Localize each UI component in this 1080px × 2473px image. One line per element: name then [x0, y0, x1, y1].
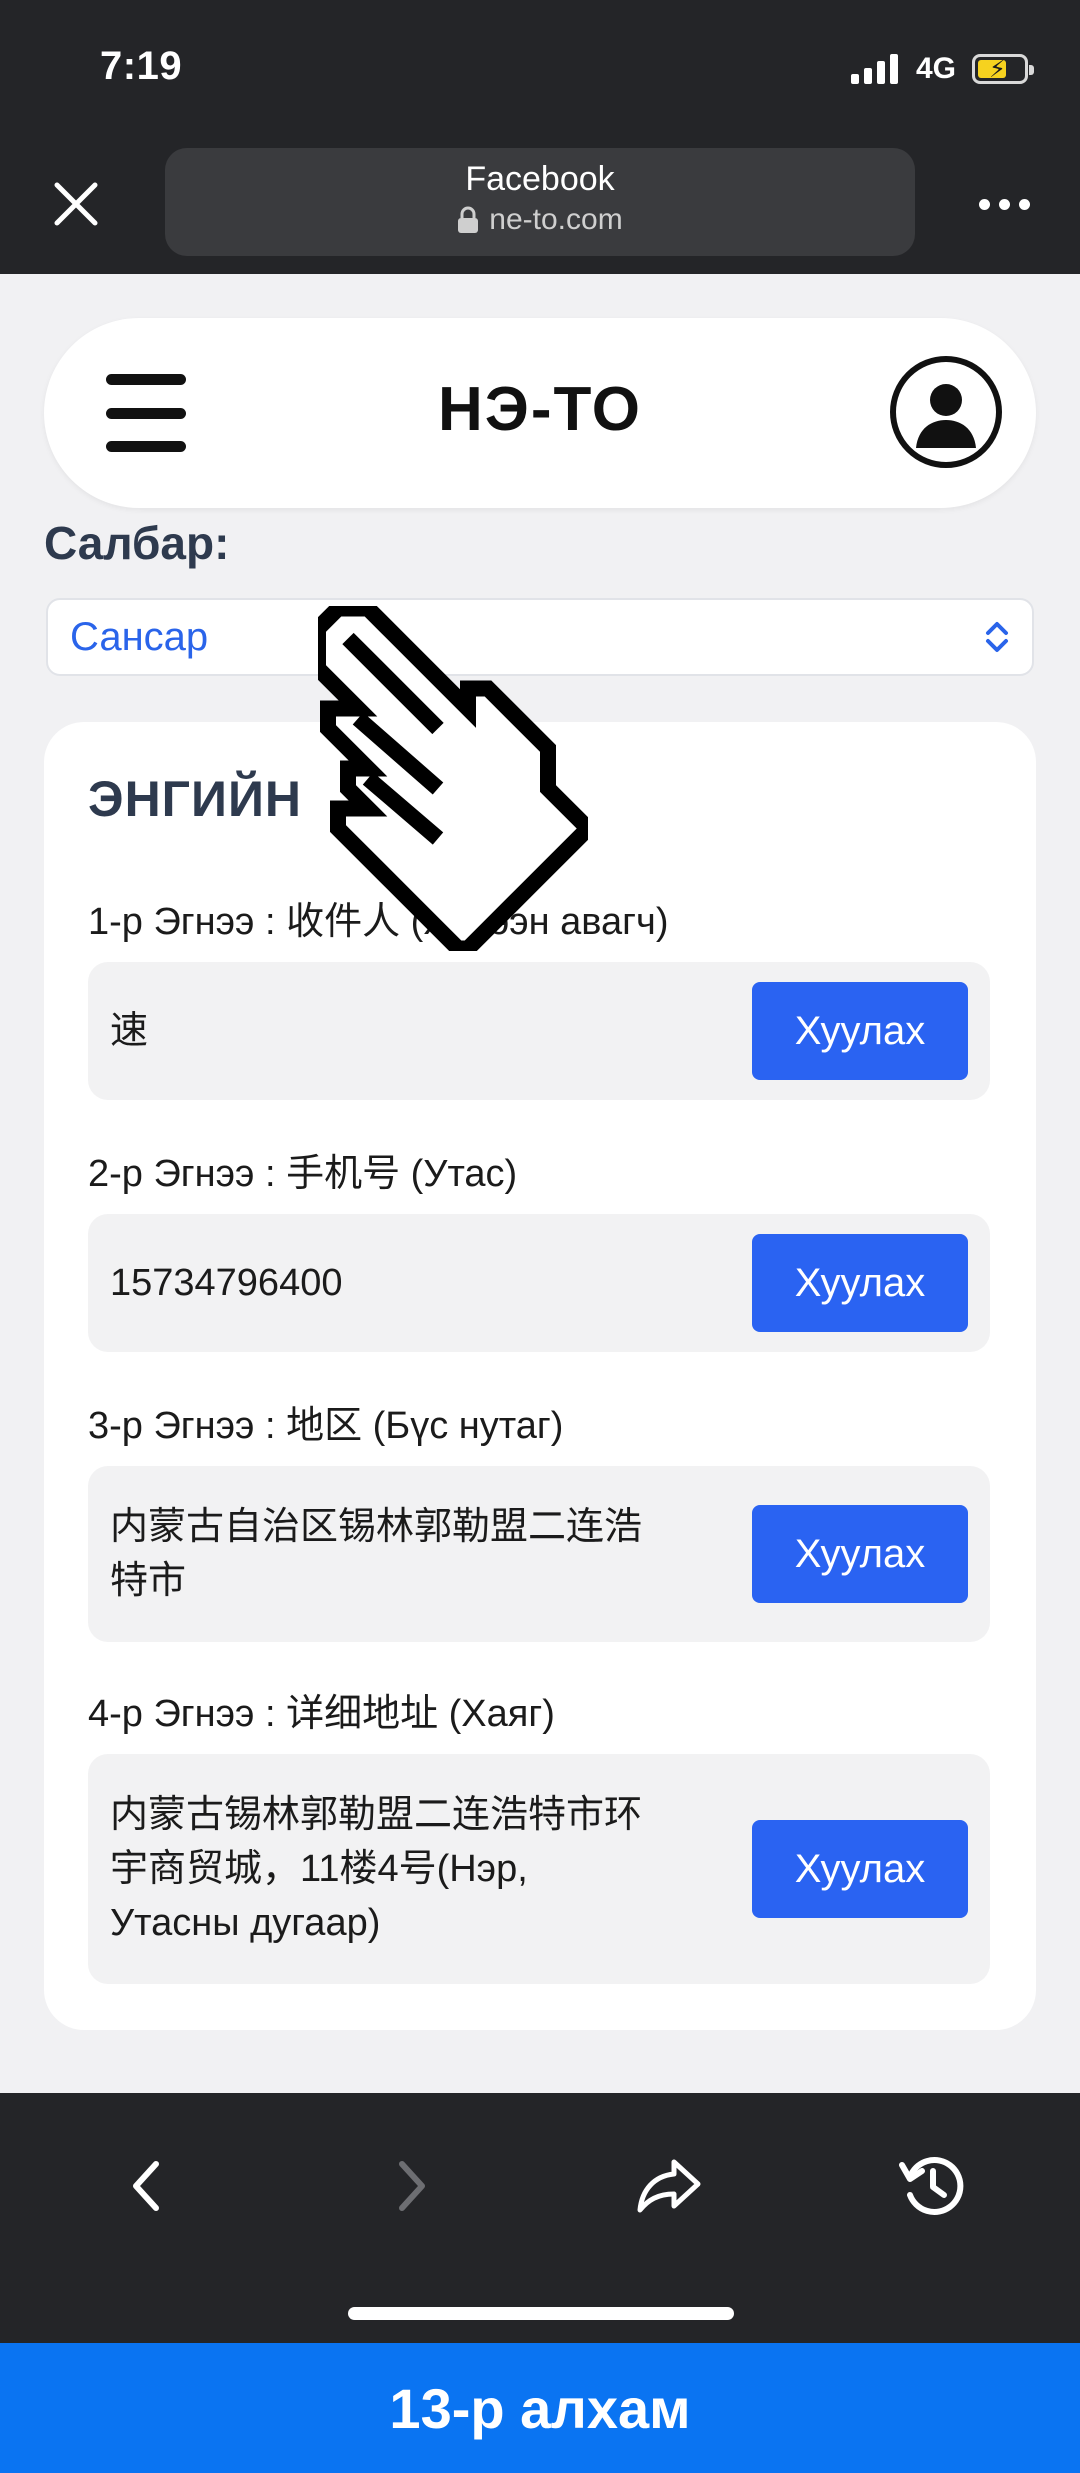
share-button[interactable] — [624, 2141, 714, 2231]
history-icon — [899, 2157, 964, 2215]
row-label: 2-р Эгнээ : 手机号 (Утас) — [88, 1153, 518, 1195]
row-value-box: 速 Хуулах — [88, 962, 990, 1100]
lock-icon — [458, 206, 479, 233]
card-title: ЭНГИЙН — [88, 771, 303, 827]
select-arrows-icon — [986, 622, 1008, 652]
row-label: 3-р Эгнээ : 地区 (Бүс нутаг) — [88, 1405, 564, 1447]
branch-label: Салбар: — [44, 517, 230, 569]
status-icons: 4G ⚡ — [850, 50, 1034, 88]
copy-button[interactable]: Хуулах — [752, 1820, 968, 1918]
back-icon — [133, 2161, 159, 2211]
more-button[interactable] — [968, 180, 1040, 228]
row-value-box: 内蒙古自治区锡林郭勒盟二连浩 特市 Хуулах — [88, 1466, 990, 1642]
history-button[interactable] — [888, 2141, 978, 2231]
back-button[interactable] — [102, 2141, 192, 2231]
step-banner: 13-р алхам — [0, 2343, 1080, 2473]
copy-button[interactable]: Хуулах — [752, 1505, 968, 1603]
url-domain-row: ne-to.com — [165, 203, 915, 237]
row-value: 内蒙古锡林郭勒盟二连浩特市环 宇商贸城，11楼4号(Нэр, Утасны ду… — [110, 1794, 643, 1944]
copy-button[interactable]: Хуулах — [752, 982, 968, 1080]
more-icon — [978, 198, 990, 210]
row-value-box: 内蒙古锡林郭勒盟二连浩特市环 宇商贸城，11楼4号(Нэр, Утасны ду… — [88, 1754, 990, 1984]
home-indicator — [348, 2307, 734, 2320]
user-icon — [916, 384, 976, 448]
url-domain: ne-to.com — [489, 203, 623, 236]
page-title: Facebook — [465, 160, 615, 198]
account-button[interactable] — [890, 356, 1002, 468]
signal-icon — [850, 54, 898, 84]
forward-icon — [399, 2161, 425, 2211]
row-label: 4-р Эгнээ : 详细地址 (Хаяг) — [88, 1693, 555, 1735]
app-header: НЭ-ТО — [44, 318, 1036, 508]
browser-top-bar: 7:19 4G ⚡ Facebook ne-to.com — [0, 0, 1080, 274]
row-value: 内蒙古自治区锡林郭勒盟二连浩 特市 — [110, 1506, 643, 1602]
browser-bottom-bar — [0, 2093, 1080, 2343]
row-value-box: 15734796400 Хуулах — [88, 1214, 990, 1352]
copy-button[interactable]: Хуулах — [752, 1234, 968, 1332]
screen: 7:19 4G ⚡ Facebook ne-to.com НЭ-ТО Салба… — [0, 0, 1080, 2473]
close-button[interactable] — [40, 168, 112, 240]
forward-button[interactable] — [366, 2141, 456, 2231]
close-icon — [54, 182, 98, 226]
brand-logo: НЭ-ТО — [437, 375, 643, 444]
hand-cursor-icon — [318, 606, 588, 951]
row-value: 15734796400 — [110, 1262, 343, 1304]
share-icon — [637, 2159, 701, 2213]
url-bar[interactable]: Facebook ne-to.com — [165, 148, 915, 256]
battery-icon: ⚡ — [972, 54, 1034, 84]
network-type: 4G — [915, 52, 956, 85]
row-value: 速 — [110, 1010, 149, 1052]
branch-select-value: Сансар — [70, 614, 209, 659]
status-time: 7:19 — [100, 44, 183, 88]
